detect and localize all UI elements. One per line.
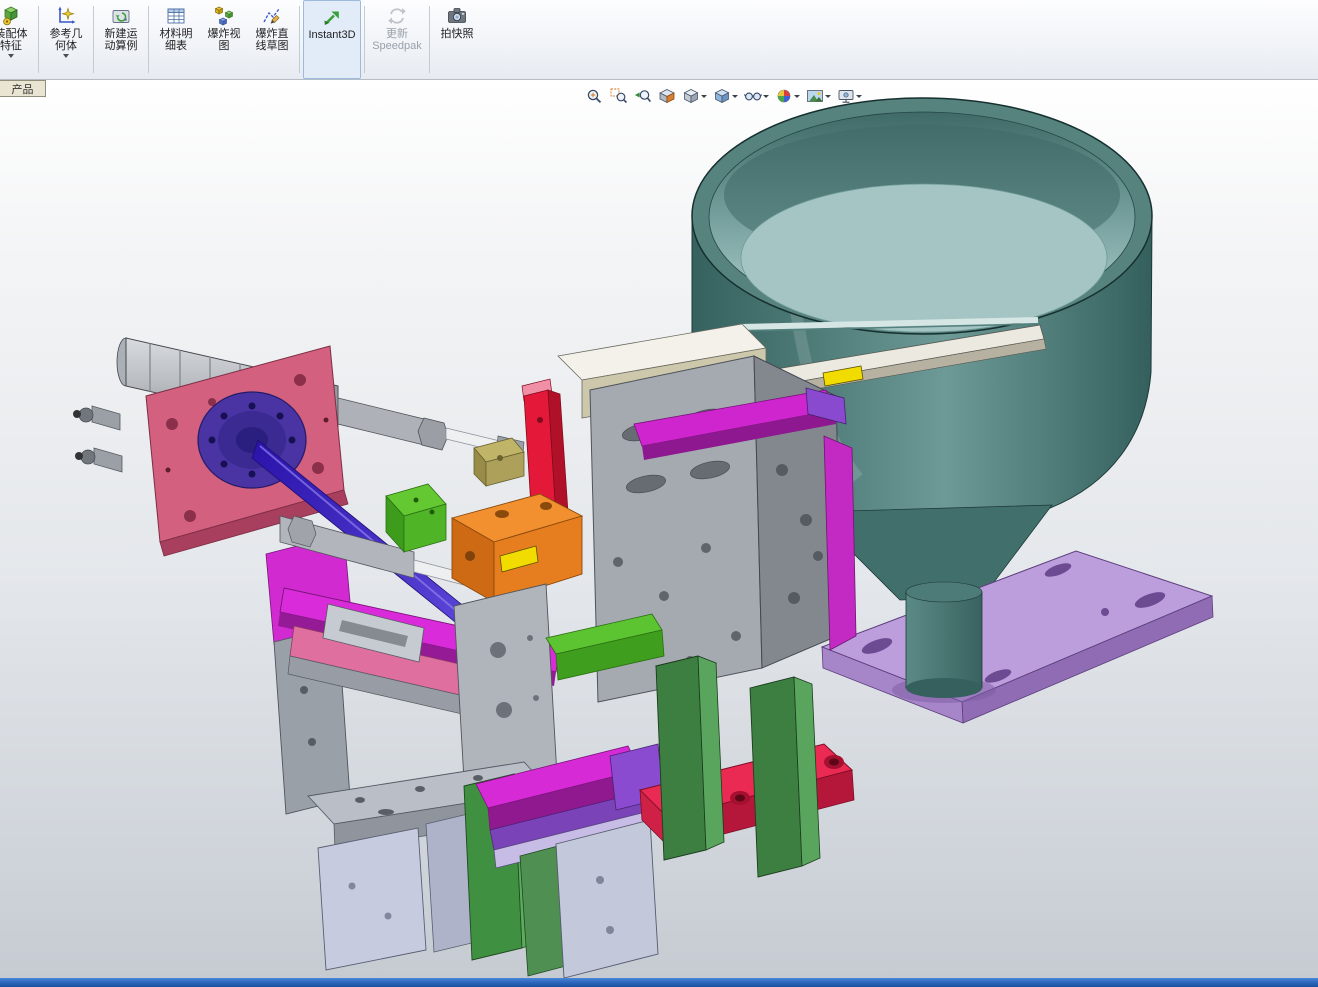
button-label: 新建运 bbox=[105, 28, 138, 40]
toolbar-separator bbox=[299, 6, 300, 73]
side-plate-magenta[interactable] bbox=[824, 436, 856, 650]
snapshot-icon bbox=[446, 4, 468, 28]
toolbar-button-new-motion-study[interactable]: 新建运 动算例 bbox=[97, 0, 145, 79]
command-toolbar: 装配体 特征 参考几 何体 bbox=[0, 0, 1318, 80]
toolbar-button-exploded-view[interactable]: 爆炸视 图 bbox=[200, 0, 248, 79]
button-label: 参考几 bbox=[50, 28, 83, 40]
bom-icon bbox=[165, 4, 187, 28]
dropdown-arrow-icon bbox=[794, 95, 800, 98]
hide-show-items-icon[interactable] bbox=[743, 87, 770, 106]
button-label: 材料明 bbox=[160, 28, 193, 40]
button-label: Speedpak bbox=[372, 40, 422, 52]
pusher-block-orange[interactable] bbox=[452, 494, 582, 602]
exploded-view-icon bbox=[213, 4, 235, 28]
toolbar-button-explode-line-sketch[interactable]: 爆炸直 线草图 bbox=[248, 0, 296, 79]
model-canvas[interactable] bbox=[0, 80, 1318, 978]
instant3d-icon bbox=[321, 5, 343, 29]
view-orientation-icon[interactable] bbox=[681, 87, 708, 106]
toolbar-button-reference-geometry[interactable]: 参考几 何体 bbox=[42, 0, 90, 79]
bottom-edge-bar bbox=[0, 978, 1318, 987]
dropdown-arrow-icon bbox=[701, 95, 707, 98]
button-label: 特征 bbox=[0, 40, 22, 52]
apply-scene-icon[interactable] bbox=[805, 87, 832, 106]
dropdown-arrow-icon bbox=[732, 95, 738, 98]
toolbar-separator bbox=[93, 6, 94, 73]
heads-up-view-toolbar bbox=[585, 85, 863, 107]
graphics-viewport[interactable] bbox=[0, 80, 1318, 978]
section-view-icon[interactable] bbox=[657, 87, 677, 106]
button-label: Instant3D bbox=[308, 29, 355, 41]
dropdown-arrow-icon bbox=[856, 95, 862, 98]
dropdown-arrow-icon bbox=[63, 54, 69, 58]
button-label: 细表 bbox=[165, 40, 187, 52]
toolbar-button-bill-of-materials[interactable]: 材料明 细表 bbox=[152, 0, 200, 79]
air-fittings[interactable] bbox=[73, 406, 122, 472]
button-label: 装配体 bbox=[0, 28, 28, 40]
clamp-block-green[interactable] bbox=[386, 484, 446, 552]
dropdown-arrow-icon bbox=[8, 54, 14, 58]
app-window: 装配体 特征 参考几 何体 bbox=[0, 0, 1318, 987]
hex-nut bbox=[418, 418, 448, 450]
toolbar-separator bbox=[148, 6, 149, 73]
button-label: 更新 bbox=[386, 28, 408, 40]
display-style-icon[interactable] bbox=[712, 87, 739, 106]
toolbar-separator bbox=[38, 6, 39, 73]
button-label: 图 bbox=[219, 40, 230, 52]
bowl-support-column[interactable] bbox=[906, 582, 982, 698]
button-label: 何体 bbox=[55, 40, 77, 52]
dropdown-arrow-icon bbox=[763, 95, 769, 98]
document-tab-product[interactable]: 产品 bbox=[0, 80, 46, 97]
toolbar-button-assembly-features[interactable]: 装配体 特征 bbox=[0, 0, 35, 79]
update-speedpak-icon bbox=[386, 4, 408, 28]
reference-geometry-icon bbox=[55, 4, 77, 28]
assembly-features-icon bbox=[0, 4, 22, 28]
explode-sketch-icon bbox=[261, 4, 283, 28]
zoom-to-fit-icon[interactable] bbox=[585, 87, 605, 106]
zoom-to-area-icon[interactable] bbox=[609, 87, 629, 106]
button-label: 拍快照 bbox=[441, 28, 474, 40]
document-tab-label: 产品 bbox=[12, 81, 34, 97]
edit-appearance-icon[interactable] bbox=[774, 87, 801, 106]
toolbar-separator bbox=[364, 6, 365, 73]
button-label: 爆炸视 bbox=[208, 28, 241, 40]
hex-nut bbox=[288, 516, 316, 547]
previous-view-icon[interactable] bbox=[633, 87, 653, 106]
dropdown-arrow-icon bbox=[825, 95, 831, 98]
toolbar-separator bbox=[429, 6, 430, 73]
toolbar-button-update-speedpak[interactable]: 更新 Speedpak bbox=[368, 0, 426, 79]
toolbar-button-snapshot[interactable]: 拍快照 bbox=[433, 0, 481, 79]
view-settings-icon[interactable] bbox=[836, 87, 863, 106]
toolbar-button-instant3d[interactable]: Instant3D bbox=[303, 0, 361, 79]
button-label: 线草图 bbox=[256, 40, 289, 52]
motion-study-icon bbox=[110, 4, 132, 28]
button-label: 爆炸直 bbox=[256, 28, 289, 40]
button-label: 动算例 bbox=[105, 40, 138, 52]
feeder-bowl-opening[interactable] bbox=[692, 98, 1152, 334]
